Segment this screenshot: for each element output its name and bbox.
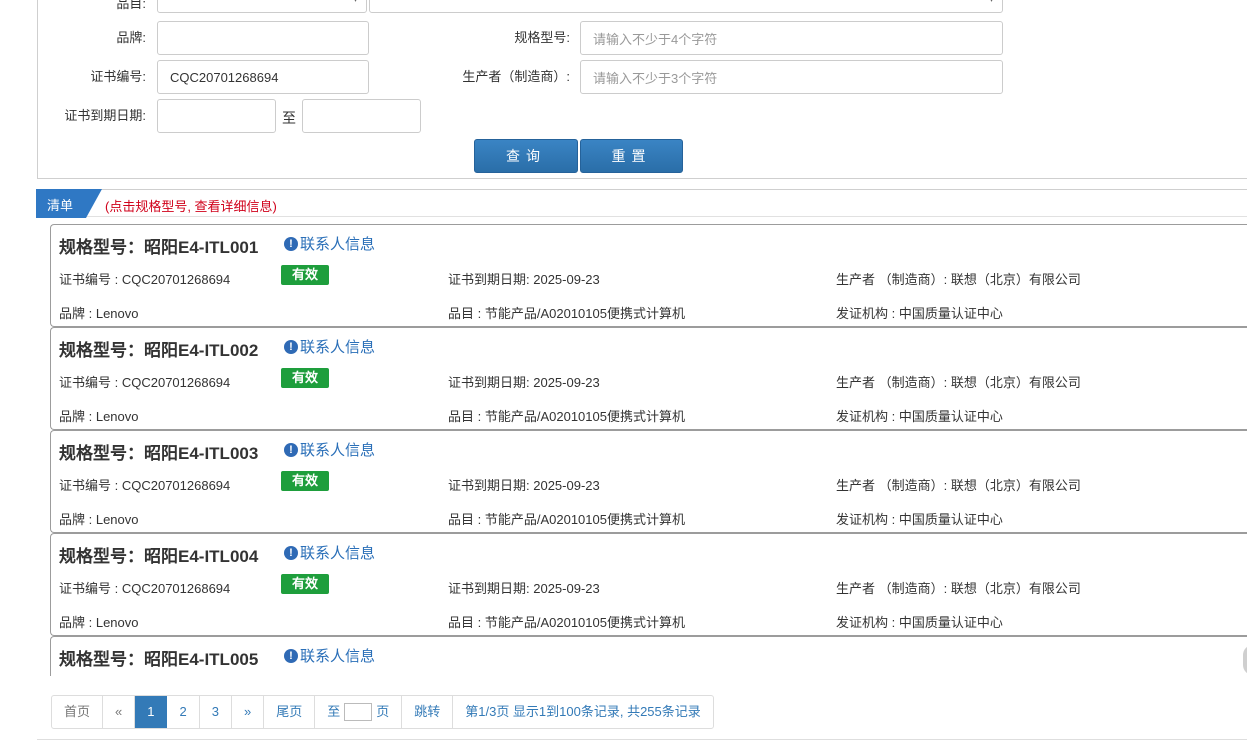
contact-info-link[interactable]: ! 联系人信息 <box>284 645 375 666</box>
issuer: 发证机构 : 中国质量认证中心 <box>836 409 1003 424</box>
cert-number: 证书编号 : CQC20701268694 <box>59 272 231 287</box>
brand: 品牌 : Lenovo <box>59 512 139 527</box>
contact-info-link[interactable]: ! 联系人信息 <box>284 439 375 460</box>
category-label: 品目: <box>116 0 146 11</box>
goto-page-input[interactable] <box>344 703 373 721</box>
product-list: 规格型号：昭阳E4-ITL001 ! 联系人信息 证书编号 : CQC207012… <box>50 224 1247 676</box>
product-card: 规格型号：昭阳E4-ITL001 ! 联系人信息 证书编号 : CQC207012… <box>50 224 1247 327</box>
list-hint: (点击规格型号, 查看详细信息) <box>105 199 277 214</box>
info-icon: ! <box>284 236 298 251</box>
expiry-date-to-label: 至 <box>282 110 296 126</box>
cert-number: 证书编号 : CQC20701268694 <box>59 375 231 390</box>
brand: 品牌 : Lenovo <box>59 409 139 424</box>
info-icon: ! <box>284 545 298 560</box>
issuer: 发证机构 : 中国质量认证中心 <box>836 306 1003 321</box>
expiry-date: 证书到期日期: 2025-09-23 <box>448 375 600 390</box>
query-button[interactable]: 查询 <box>474 139 578 173</box>
contact-info-label: 联系人信息 <box>300 442 376 459</box>
contact-info-label: 联系人信息 <box>300 648 376 665</box>
cert-number-label: 证书编号: <box>90 69 146 84</box>
page-2-button[interactable]: 2 <box>167 696 200 728</box>
status-badge: 有效 <box>281 368 329 388</box>
product-model-link[interactable]: 规格型号：昭阳E4-ITL001 <box>59 233 258 258</box>
info-icon: ! <box>284 339 298 354</box>
contact-info-label: 联系人信息 <box>300 339 376 356</box>
category-select[interactable]: ▾ <box>157 0 367 13</box>
model-input[interactable]: 请输入不少于4个字符 <box>580 21 1003 55</box>
goto-suffix: 页 <box>376 704 390 719</box>
issuer: 发证机构 : 中国质量认证中心 <box>836 615 1003 630</box>
category: 品目 : 节能产品/A02010105便携式计算机 <box>448 512 685 527</box>
pagination: 首页 « 1 2 3 » 尾页 至 页 跳转 第1/3页 显示1到100条记录,… <box>51 695 714 729</box>
brand: 品牌 : Lenovo <box>59 615 139 630</box>
info-icon: ! <box>284 442 298 457</box>
brand-label: 品牌: <box>116 30 146 45</box>
last-page-button[interactable]: 尾页 <box>264 696 316 728</box>
product-card: 规格型号：昭阳E4-ITL005 ! 联系人信息 <box>50 636 1247 676</box>
contact-info-link[interactable]: ! 联系人信息 <box>284 542 375 563</box>
status-badge: 有效 <box>281 574 329 594</box>
expiry-date-to-input[interactable] <box>302 99 421 133</box>
divider <box>37 739 1247 740</box>
info-icon: ! <box>284 648 298 663</box>
product-model-link[interactable]: 规格型号：昭阳E4-ITL004 <box>59 542 258 567</box>
product-model-link[interactable]: 规格型号：昭阳E4-ITL005 <box>59 645 258 670</box>
producer-input[interactable]: 请输入不少于3个字符 <box>580 60 1003 94</box>
brand-input[interactable] <box>157 21 369 55</box>
product-model-link[interactable]: 规格型号：昭阳E4-ITL003 <box>59 439 258 464</box>
issuer: 发证机构 : 中国质量认证中心 <box>836 512 1003 527</box>
expiry-date-label: 证书到期日期: <box>64 108 146 123</box>
jump-button[interactable]: 跳转 <box>402 696 454 728</box>
first-page-button[interactable]: 首页 <box>52 696 104 728</box>
producer: 生产者 （制造商）: 联想（北京）有限公司 <box>836 375 1081 390</box>
contact-info-link[interactable]: ! 联系人信息 <box>284 336 375 357</box>
page-1-button[interactable]: 1 <box>135 696 168 728</box>
product-card: 规格型号：昭阳E4-ITL004 ! 联系人信息 证书编号 : CQC207012… <box>50 533 1247 636</box>
product-card: 规格型号：昭阳E4-ITL003 ! 联系人信息 证书编号 : CQC207012… <box>50 430 1247 533</box>
goto-page-group: 至 页 <box>315 696 403 728</box>
producer: 生产者 （制造商）: 联想（北京）有限公司 <box>836 478 1081 493</box>
category: 品目 : 节能产品/A02010105便携式计算机 <box>448 306 685 321</box>
cert-number: 证书编号 : CQC20701268694 <box>59 581 231 596</box>
subcategory-select[interactable]: ▾ <box>369 0 1003 13</box>
producer: 生产者 （制造商）: 联想（北京）有限公司 <box>836 272 1081 287</box>
product-model-link[interactable]: 规格型号：昭阳E4-ITL002 <box>59 336 258 361</box>
expiry-date: 证书到期日期: 2025-09-23 <box>448 581 600 596</box>
status-badge: 有效 <box>281 265 329 285</box>
model-label: 规格型号: <box>514 30 570 45</box>
contact-info-label: 联系人信息 <box>300 236 376 253</box>
expiry-date-from-input[interactable] <box>157 99 276 133</box>
category: 品目 : 节能产品/A02010105便携式计算机 <box>448 615 685 630</box>
prev-page-button[interactable]: « <box>103 696 136 728</box>
contact-info-link[interactable]: ! 联系人信息 <box>284 233 375 254</box>
contact-info-label: 联系人信息 <box>300 545 376 562</box>
page-3-button[interactable]: 3 <box>200 696 232 728</box>
producer: 生产者 （制造商）: 联想（北京）有限公司 <box>836 581 1081 596</box>
list-header-bar: 清单 (点击规格型号, 查看详细信息) <box>36 189 1247 218</box>
product-card: 规格型号：昭阳E4-ITL002 ! 联系人信息 证书编号 : CQC207012… <box>50 327 1247 430</box>
chevron-down-icon: ▾ <box>989 0 994 5</box>
list-tab[interactable]: 清单 <box>36 189 102 218</box>
category: 品目 : 节能产品/A02010105便携式计算机 <box>448 409 685 424</box>
expiry-date: 证书到期日期: 2025-09-23 <box>448 272 600 287</box>
expiry-date: 证书到期日期: 2025-09-23 <box>448 478 600 493</box>
page-summary: 第1/3页 显示1到100条记录, 共255条记录 <box>465 704 701 719</box>
next-page-button[interactable]: » <box>232 696 265 728</box>
reset-button[interactable]: 重置 <box>580 139 683 173</box>
list-tab-label: 清单 <box>47 198 74 213</box>
cert-number-input[interactable]: CQC20701268694 <box>157 60 369 94</box>
brand: 品牌 : Lenovo <box>59 306 139 321</box>
status-badge: 有效 <box>281 471 329 491</box>
goto-prefix: 至 <box>327 704 341 719</box>
cert-number: 证书编号 : CQC20701268694 <box>59 478 231 493</box>
producer-label: 生产者（制造商）: <box>462 69 570 84</box>
chevron-down-icon: ▾ <box>353 0 358 5</box>
